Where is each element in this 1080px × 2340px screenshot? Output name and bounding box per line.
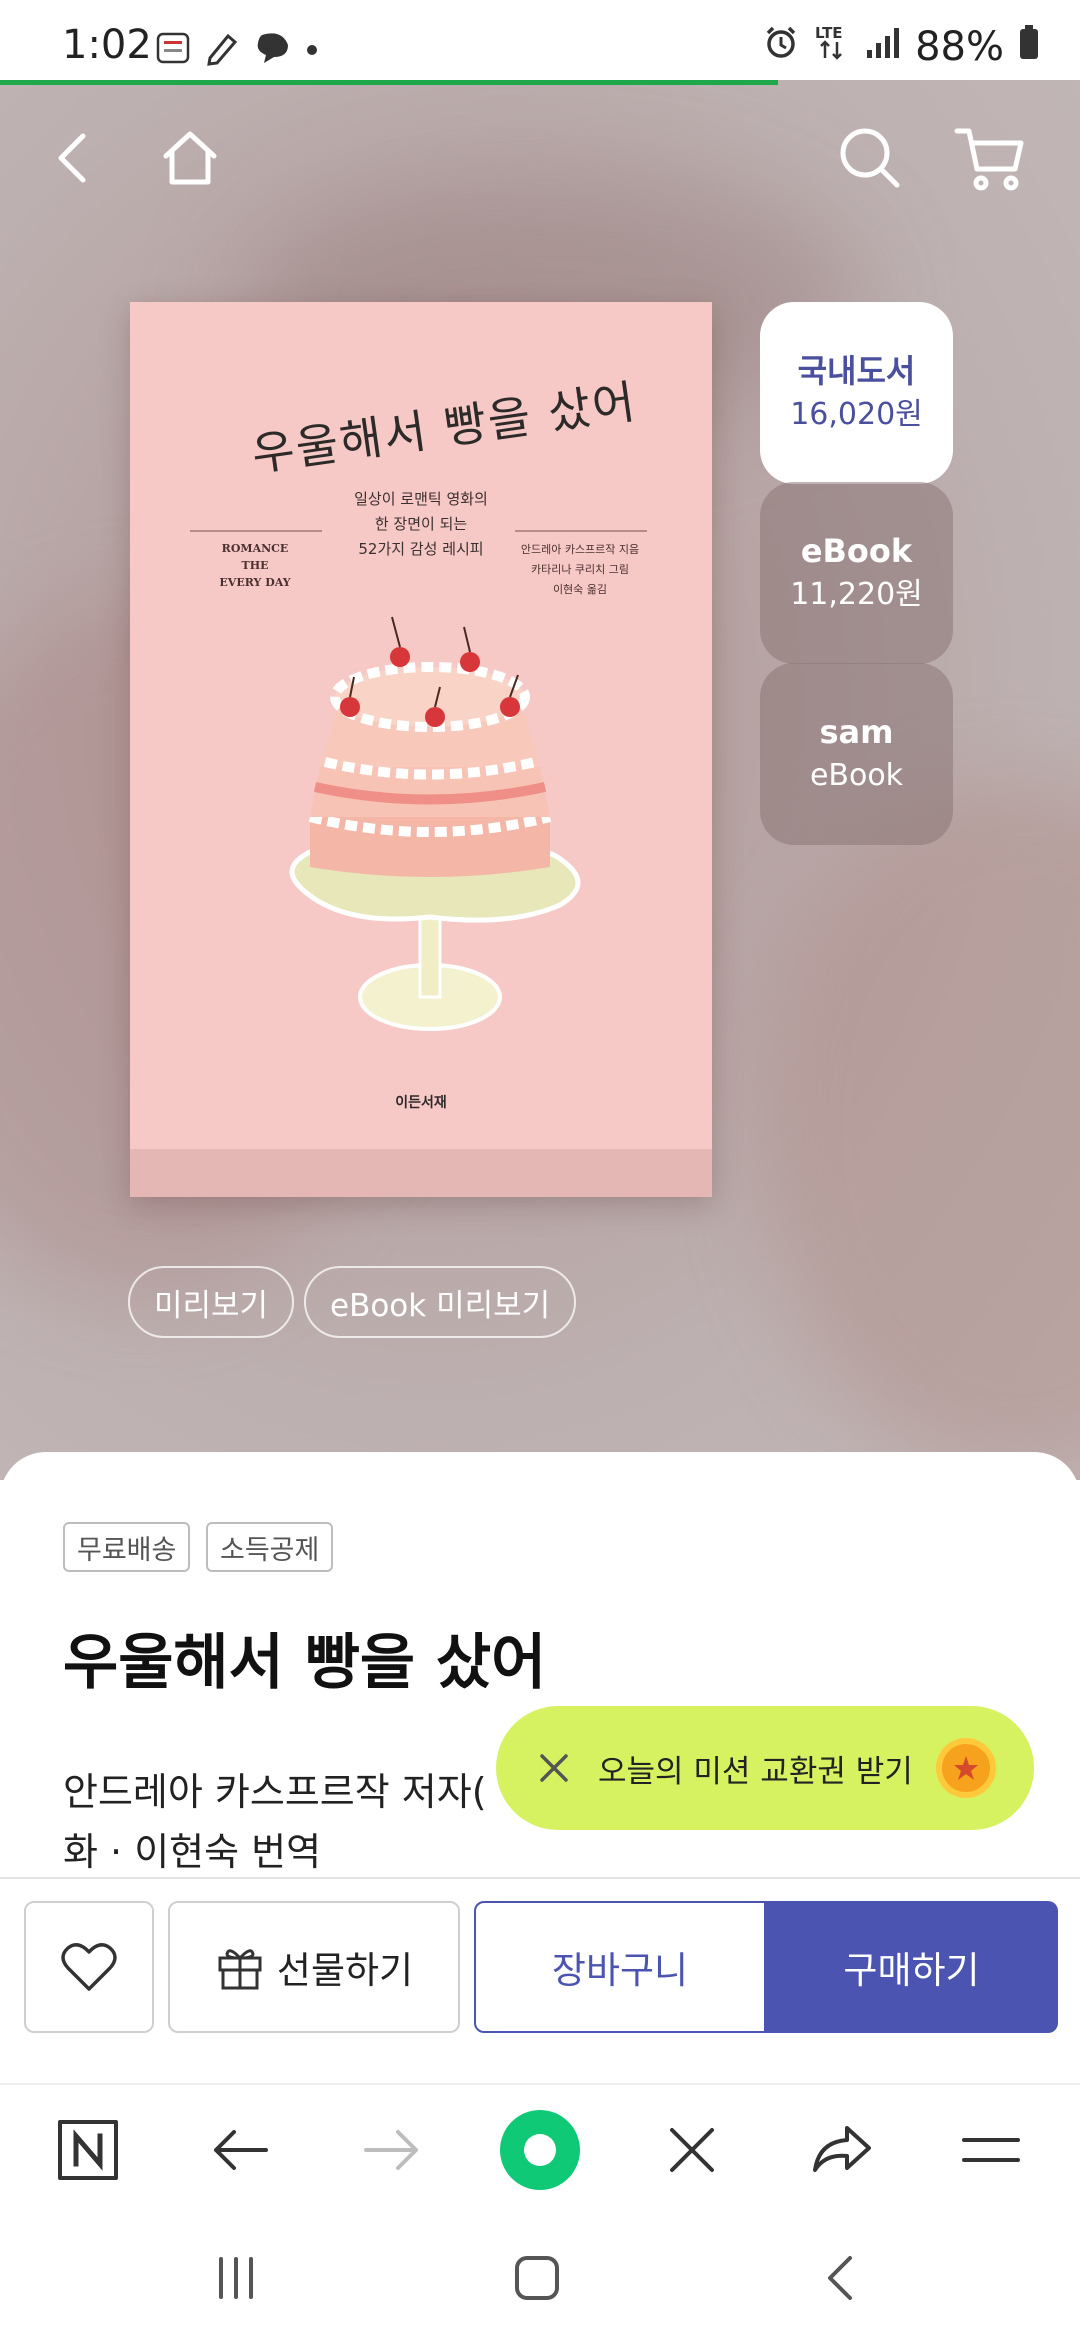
battery-percent: 88% (915, 24, 1004, 70)
alarm-icon (763, 24, 799, 70)
notification-icons (156, 30, 318, 70)
calendar-notification-icon (156, 32, 190, 68)
status-bar: 1:02 LTE 88% (0, 0, 1080, 80)
arrow-right-icon (364, 2130, 418, 2170)
buy-now-button[interactable]: 구매하기 (765, 1901, 1058, 2033)
product-hero: 우울해서 빵을 샀어 일상이 로맨틱 영화의 한 장면이 되는 52가지 감성 … (0, 80, 1080, 1480)
cover-rule-right (515, 530, 647, 532)
hamburger-icon (962, 2138, 1020, 2162)
format-price: eBook (809, 758, 904, 793)
gift-label: 선물하기 (276, 1949, 414, 1992)
green-dot-icon (500, 2110, 580, 2190)
browser-toolbar (0, 2083, 1080, 2213)
heart-icon (61, 1943, 117, 1991)
share-icon (813, 2126, 871, 2172)
home-icon (163, 131, 217, 185)
cart-button[interactable] (950, 118, 1030, 198)
home-square-icon (515, 2256, 559, 2300)
recent-apps-button[interactable] (196, 2243, 276, 2313)
svg-text:LTE: LTE (815, 24, 843, 42)
cover-rule-left (190, 530, 322, 532)
coin-icon (936, 1738, 996, 1798)
search-icon (840, 128, 900, 188)
naver-home-button[interactable] (43, 2105, 133, 2195)
menu-button[interactable] (946, 2105, 1036, 2195)
search-button[interactable] (830, 118, 910, 198)
lte-icon: LTE (813, 22, 851, 72)
naver-n-icon (58, 2120, 118, 2180)
purchase-action-bar: 선물하기 장바구니 구매하기 (0, 1877, 1080, 2083)
dot-icon (306, 41, 318, 60)
browser-forward-button[interactable] (347, 2105, 437, 2195)
recent-apps-icon (219, 2257, 253, 2299)
gift-button[interactable]: 선물하기 (168, 1901, 460, 2033)
cover-publisher: 이든서재 (395, 1095, 447, 1111)
format-print-book[interactable]: 국내도서 16,020원 (760, 302, 953, 484)
signal-icon (865, 24, 901, 70)
home-button[interactable] (150, 118, 230, 198)
tag-free-shipping: 무료배송 (63, 1522, 191, 1572)
wishlist-button[interactable] (24, 1901, 154, 2033)
browser-close-button[interactable] (647, 2105, 737, 2195)
system-back-button[interactable] (800, 2243, 880, 2313)
gift-icon (218, 1949, 262, 1990)
shopping-cart-icon (954, 128, 1024, 191)
add-to-cart-button[interactable]: 장바구니 (474, 1901, 766, 2033)
tag-tax-deduction: 소득공제 (206, 1522, 334, 1572)
author-line-2: 화 · 이현숙 번역 (63, 1830, 322, 1874)
format-name: eBook (800, 532, 913, 570)
browser-back-button[interactable] (195, 2105, 285, 2195)
share-button[interactable] (797, 2105, 887, 2195)
arrow-left-icon (214, 2130, 268, 2170)
page-load-progress (0, 80, 778, 85)
green-dot-button[interactable] (495, 2105, 585, 2195)
close-icon[interactable] (536, 1750, 572, 1786)
format-name: 국내도서 (797, 352, 916, 390)
system-navigation-bar (0, 2213, 1080, 2340)
ebook-preview-button[interactable]: eBook 미리보기 (304, 1266, 577, 1338)
chevron-left-icon (58, 133, 86, 183)
format-ebook[interactable]: eBook 11,220원 (760, 482, 953, 664)
mission-banner[interactable]: 오늘의 미션 교환권 받기 (496, 1706, 1034, 1830)
close-icon (670, 2128, 714, 2172)
format-price: 11,220원 (790, 577, 923, 612)
cover-title: 우울해서 빵을 샀어 (248, 374, 641, 482)
format-price: 16,020원 (790, 397, 923, 432)
format-sam[interactable]: sam eBook (760, 663, 953, 845)
cover-bottom-strip (130, 1149, 712, 1197)
format-name: sam (819, 713, 894, 751)
status-right-group: LTE 88% (763, 22, 1040, 72)
mission-label: 오늘의 미션 교환권 받기 (598, 1753, 913, 1790)
back-chevron-icon (828, 2256, 852, 2300)
product-title: 우울해서 빵을 샀어 (63, 1628, 547, 1698)
system-home-button[interactable] (497, 2243, 577, 2313)
preview-button[interactable]: 미리보기 (128, 1266, 295, 1338)
cover-english-text: ROMANCE THE EVERY DAY (219, 542, 291, 589)
status-time: 1:02 (62, 22, 152, 68)
chat-bubble-icon (254, 31, 292, 69)
back-button[interactable] (34, 118, 114, 198)
cake-illustration (289, 616, 581, 1031)
battery-icon (1018, 24, 1040, 70)
book-cover-image[interactable]: 우울해서 빵을 샀어 일상이 로맨틱 영화의 한 장면이 되는 52가지 감성 … (130, 302, 712, 1197)
pencil-ruler-icon (204, 30, 240, 70)
